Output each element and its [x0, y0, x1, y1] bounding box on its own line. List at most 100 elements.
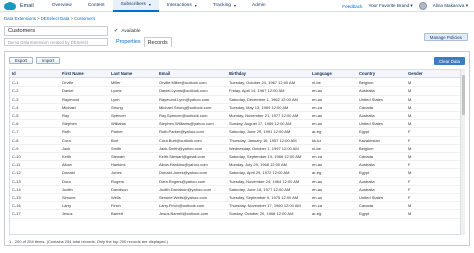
- table-cell: Friday, April 14, 1967 12:00 AM: [229, 88, 285, 94]
- column-header[interactable]: Country: [357, 71, 406, 76]
- table-cell: Ray: [62, 113, 70, 119]
- table-cell: Egypt: [359, 211, 370, 217]
- table-row[interactable]: C-7 Ruth Parker Ruth.Parker@yahoo.com Saturd…: [10, 128, 462, 137]
- tab-properties[interactable]: Properties: [113, 37, 144, 47]
- table-cell: C-11: [12, 162, 21, 168]
- table-row[interactable]: C-3 Raymond Lynn Raymond.Lynn@yahoo.com Satu…: [10, 96, 462, 104]
- table-cell: C-12: [12, 170, 21, 176]
- table-row[interactable]: C-14 Judith Davidson Judith.Davidson@yahoo.…: [10, 186, 462, 194]
- clear-data-button[interactable]: Clear Data: [434, 57, 465, 65]
- column-header[interactable]: Gender: [406, 71, 462, 76]
- column-header[interactable]: Language: [310, 71, 357, 76]
- feedback-link[interactable]: Feedback: [342, 4, 362, 9]
- data-extension-name-field[interactable]: Customers: [4, 26, 108, 36]
- table-row[interactable]: C-9 Jack Smith Jack.Smith@yahoo.com Wednesda…: [10, 145, 462, 153]
- table-cell: Simone.Wells@yahoo.com: [159, 195, 208, 201]
- nav-tab-label: Tracking: [212, 3, 231, 8]
- tab-records[interactable]: Records: [143, 37, 172, 47]
- table-cell: F: [408, 195, 411, 201]
- table-cell: M: [408, 203, 412, 209]
- table-row[interactable]: C-11 Alicia Hankins Alicia.Hankins@yahoo.co…: [10, 161, 462, 170]
- breadcrumb-item-deselect-data[interactable]: DESelect Data: [41, 16, 70, 21]
- table-cell: Canada: [359, 104, 374, 110]
- salesforce-cloud-logo-icon[interactable]: [4, 1, 18, 10]
- table-cell: Ruth: [62, 129, 71, 135]
- table-cell: nl-be: [312, 145, 321, 151]
- column-header[interactable]: Email: [157, 71, 227, 76]
- table-cell: Michael.Strong@outlook.com: [159, 104, 212, 110]
- table-cell: Jack: [62, 145, 71, 151]
- nav-tab-label: Subscribers: [120, 2, 146, 7]
- nav-tab-overview[interactable]: Overview: [44, 0, 80, 12]
- nav-tab-tracking[interactable]: Tracking ▾: [205, 0, 244, 12]
- table-cell: Ruth.Parker@yahoo.com: [159, 129, 204, 135]
- user-menu[interactable]: Alina Makarova ▾: [433, 3, 468, 9]
- table-cell: F: [408, 137, 411, 143]
- table-cell: en-ca: [312, 104, 323, 110]
- table-cell: Thursday, November 17, 1960 12:00 AM: [229, 203, 301, 209]
- breadcrumb-separator: >: [70, 16, 73, 21]
- import-button[interactable]: Import: [36, 57, 60, 64]
- table-cell: Egypt: [359, 170, 370, 176]
- table-row[interactable]: C-6 Stephen Williams Stephen.Williams@yahoo…: [10, 120, 462, 129]
- table-cell: en-ca: [312, 203, 323, 209]
- scrollbar-thumb[interactable]: [462, 75, 465, 115]
- nav-tab-subscribers[interactable]: Subscribers ▾: [112, 0, 159, 12]
- export-button[interactable]: Export: [9, 57, 34, 64]
- table-cell: Stewart: [111, 154, 125, 160]
- table-cell: C-5: [12, 113, 19, 119]
- table-cell: Barrett: [111, 211, 124, 217]
- table-cell: Hankins: [111, 162, 126, 168]
- nav-tab-interactions[interactable]: Interactions ▾: [159, 0, 205, 12]
- nav-tab-content[interactable]: Content: [80, 0, 113, 12]
- avatar[interactable]: [418, 2, 427, 10]
- column-header[interactable]: Last Name: [109, 71, 157, 76]
- table-row[interactable]: C-2 Daniel Lyons Daniel.Lyons@outlook.com Fr…: [10, 87, 462, 96]
- description-field[interactable]: Demo Data Extension created by DESelect: [4, 38, 108, 46]
- app-name: Email: [20, 2, 34, 9]
- table-cell: Jesus.Barrett@outlook.com: [159, 211, 209, 217]
- table-cell: C-10: [12, 154, 21, 160]
- chevron-down-icon: ▾: [148, 2, 151, 7]
- table-row[interactable]: C-8 Cora Burt Cora.Burt@outlook.com Thursday…: [10, 137, 462, 145]
- table-cell: Saturday, June 18, 1977 12:00 AM: [229, 186, 291, 192]
- table-cell: F: [408, 162, 411, 168]
- table-cell: Sunday, August 17, 1969 12:00 AM: [229, 121, 292, 127]
- chevron-down-icon: ▾: [465, 3, 468, 8]
- table-cell: Saturday, December 1, 1962 12:00 AM: [229, 96, 298, 102]
- table-cell: Tuesday, October 24, 1967 12:00 AM: [229, 80, 296, 86]
- table-cell: Larry.Finch@outlook.com: [159, 203, 205, 209]
- table-cell: Davidson: [111, 186, 128, 192]
- table-cell: Wednesday, October 1, 1997 12:00 AM: [229, 145, 299, 151]
- table-row[interactable]: C-17 Jesus Barrett Jesus.Barrett@outlook.co…: [10, 210, 462, 219]
- table-cell: M: [408, 104, 412, 110]
- chevron-down-icon: ▾: [233, 3, 236, 8]
- column-header[interactable]: First Name: [60, 71, 109, 76]
- table-cell: en-us: [312, 195, 323, 201]
- table-cell: United States: [359, 96, 384, 102]
- table-row[interactable]: C-16 Larry Finch Larry.Finch@outlook.com Thu…: [10, 202, 462, 211]
- table-row[interactable]: C-13 Dora Rogers Dora.Rogers@yahoo.com Tuesd…: [10, 178, 462, 186]
- column-header[interactable]: Id: [10, 71, 60, 76]
- manage-policies-button[interactable]: Manage Policies: [423, 33, 468, 41]
- nav-tab-admin[interactable]: Admin: [244, 0, 274, 12]
- column-header[interactable]: Birthday: [227, 71, 310, 76]
- table-cell: nl-be: [312, 80, 321, 86]
- table-cell: Smith: [111, 145, 122, 151]
- table-row[interactable]: C-5 Ray Spencer Ray.Spencer@outlook.com Mond…: [10, 112, 462, 121]
- table-cell: Spencer: [111, 113, 126, 119]
- vertical-scrollbar[interactable]: [460, 69, 465, 235]
- table-row[interactable]: C-10 Keith Stewart Keith.Stewart@gmail.com S…: [10, 153, 462, 162]
- breadcrumb-item-data-extensions[interactable]: Data Extensions: [4, 16, 36, 21]
- record-tabs: Properties Records: [113, 37, 172, 47]
- table-cell: C-3: [12, 96, 19, 102]
- table-row[interactable]: C-4 Michael Strong Michael.Strong@outlook.c…: [10, 104, 462, 112]
- table-row[interactable]: C-15 Simone Wells Simone.Wells@yahoo.com Tue…: [10, 194, 462, 203]
- breadcrumb-item-customers[interactable]: Customers: [74, 16, 95, 21]
- table-row[interactable]: C-12 Donald Jones Donald.Jones@yahoo.com Sat…: [10, 169, 462, 178]
- table-row[interactable]: C-1 Orville Miller Orville.Miller@outlook.c…: [10, 79, 462, 88]
- table-cell: Stephen: [62, 121, 77, 127]
- table-cell: en-au: [312, 178, 323, 184]
- brand-selector[interactable]: Your Favorite Brand ▾: [368, 3, 412, 9]
- table-cell: M: [408, 113, 412, 119]
